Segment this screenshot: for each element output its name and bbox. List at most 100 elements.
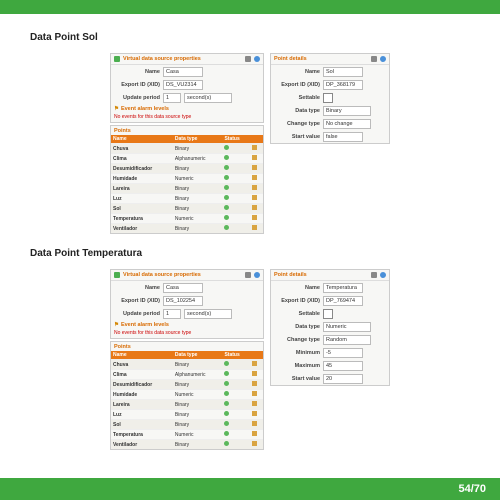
status-icon[interactable] <box>224 225 229 230</box>
edit-icon[interactable] <box>252 175 257 180</box>
table-row: ChuvaBinary <box>111 360 263 370</box>
edit-icon[interactable] <box>252 411 257 416</box>
help-icon[interactable] <box>254 56 260 62</box>
lbl: Settable <box>274 95 320 101</box>
period-num[interactable]: 1 <box>163 309 181 319</box>
points-table-sol: NameData typeStatus ChuvaBinaryClimaAlph… <box>111 135 263 233</box>
edit-icon[interactable] <box>252 391 257 396</box>
name-field[interactable]: Casa <box>163 67 203 77</box>
status-icon[interactable] <box>224 145 229 150</box>
details-title-2: Point details <box>274 272 368 278</box>
pd-max[interactable]: 45 <box>323 361 363 371</box>
pd-sval[interactable]: false <box>323 132 363 142</box>
save-icon[interactable] <box>371 56 377 62</box>
points-panel: Points NameData typeStatus ChuvaBinaryCl… <box>110 125 264 234</box>
table-row: HumidadeNumeric <box>111 390 263 400</box>
status-icon[interactable] <box>224 175 229 180</box>
status-icon[interactable] <box>224 205 229 210</box>
alarm-title: Event alarm levels <box>121 322 169 328</box>
status-icon[interactable] <box>224 155 229 160</box>
period-unit[interactable]: second(s) <box>184 309 232 319</box>
edit-icon[interactable] <box>252 145 257 150</box>
lbl: Data type <box>274 108 320 114</box>
page-counter: 54/70 <box>458 483 486 495</box>
help-icon[interactable] <box>254 272 260 278</box>
point-details-panel: Point details NameSol Export ID (XID)DP_… <box>270 53 390 144</box>
edit-icon[interactable] <box>252 155 257 160</box>
edit-icon[interactable] <box>252 421 257 426</box>
points-title: Points <box>114 128 131 134</box>
status-icon[interactable] <box>224 421 229 426</box>
status-icon[interactable] <box>224 411 229 416</box>
pd-min[interactable]: -5 <box>323 348 363 358</box>
lbl: Change type <box>274 337 320 343</box>
src-props-panel-2: Virtual data source properties NameCasa … <box>110 269 264 339</box>
lbl: Minimum <box>274 350 320 356</box>
page-footer: 54/70 <box>0 478 500 500</box>
lbl: Start value <box>274 376 320 382</box>
edit-icon[interactable] <box>252 371 257 376</box>
name-field[interactable]: Casa <box>163 283 203 293</box>
xid-field[interactable]: DS_102254 <box>163 296 203 306</box>
table-row: TemperaturaNumeric <box>111 430 263 440</box>
edit-icon[interactable] <box>252 185 257 190</box>
pd-name[interactable]: Temperatura <box>323 283 363 293</box>
lbl: Export ID (XID) <box>114 82 160 88</box>
edit-icon[interactable] <box>252 431 257 436</box>
status-icon[interactable] <box>224 441 229 446</box>
pd-ctype[interactable]: Random <box>323 335 371 345</box>
table-row: HumidadeNumeric <box>111 174 263 184</box>
status-icon[interactable] <box>224 165 229 170</box>
status-icon[interactable] <box>224 401 229 406</box>
edit-icon[interactable] <box>252 401 257 406</box>
pd-sval[interactable]: 20 <box>323 374 363 384</box>
save-icon[interactable] <box>371 272 377 278</box>
settable-chk[interactable] <box>323 93 333 103</box>
lbl: Name <box>114 69 160 75</box>
edit-icon[interactable] <box>252 165 257 170</box>
point-details-panel-2: Point details NameTemperatura Export ID … <box>270 269 390 386</box>
status-icon[interactable] <box>224 371 229 376</box>
edit-icon[interactable] <box>252 225 257 230</box>
help-icon[interactable] <box>380 56 386 62</box>
pd-xid[interactable]: DP_769474 <box>323 296 363 306</box>
save-icon[interactable] <box>245 56 251 62</box>
pd-name[interactable]: Sol <box>323 67 363 77</box>
edit-icon[interactable] <box>252 361 257 366</box>
alarm-title: Event alarm levels <box>121 106 169 112</box>
pd-xid[interactable]: DP_368179 <box>323 80 363 90</box>
table-row: LuzBinary <box>111 194 263 204</box>
edit-icon[interactable] <box>252 205 257 210</box>
src-props-panel: Virtual data source properties NameCasa … <box>110 53 264 123</box>
status-icon[interactable] <box>224 431 229 436</box>
table-row: DesumidificadorBinary <box>111 164 263 174</box>
status-icon[interactable] <box>224 195 229 200</box>
col-dt: Data type <box>173 351 223 360</box>
status-icon[interactable] <box>224 361 229 366</box>
col-st: Status <box>222 351 250 360</box>
pd-ctype[interactable]: No change <box>323 119 371 129</box>
settable-chk[interactable] <box>323 309 333 319</box>
col-dt: Data type <box>173 135 223 144</box>
table-row: LareiraBinary <box>111 400 263 410</box>
table-row: VentiladorBinary <box>111 224 263 234</box>
edit-icon[interactable] <box>252 441 257 446</box>
help-icon[interactable] <box>380 272 386 278</box>
xid-field[interactable]: DS_VU2314 <box>163 80 203 90</box>
edit-icon[interactable] <box>252 195 257 200</box>
status-icon[interactable] <box>224 185 229 190</box>
period-unit[interactable]: second(s) <box>184 93 232 103</box>
period-num[interactable]: 1 <box>163 93 181 103</box>
save-icon[interactable] <box>245 272 251 278</box>
table-row: DesumidificadorBinary <box>111 380 263 390</box>
pd-dtype[interactable]: Binary <box>323 106 371 116</box>
status-icon[interactable] <box>224 381 229 386</box>
pd-dtype[interactable]: Numeric <box>323 322 371 332</box>
table-row: ChuvaBinary <box>111 144 263 154</box>
edit-icon[interactable] <box>252 381 257 386</box>
status-icon[interactable] <box>224 391 229 396</box>
lbl: Maximum <box>274 363 320 369</box>
status-icon[interactable] <box>224 215 229 220</box>
lbl: Name <box>274 69 320 75</box>
edit-icon[interactable] <box>252 215 257 220</box>
